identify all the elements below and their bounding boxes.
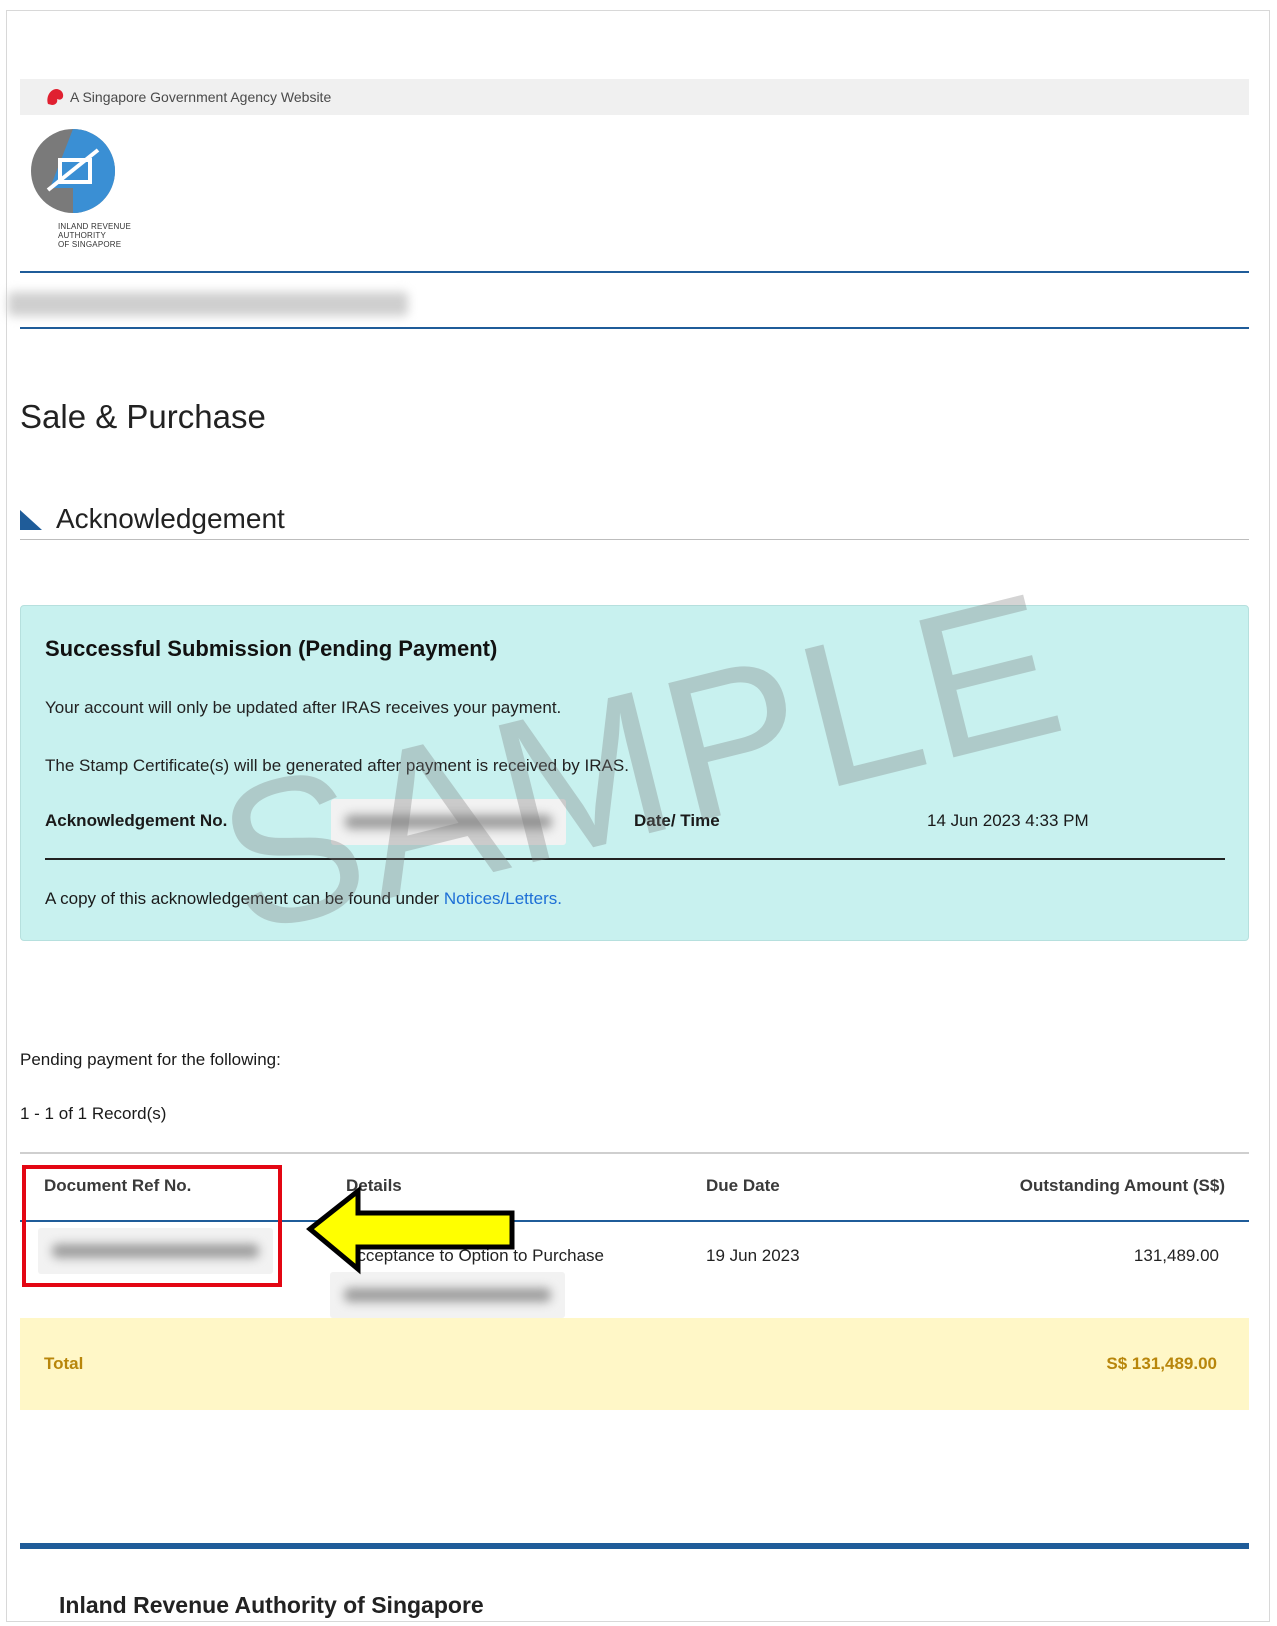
- redacted-details-ref: [330, 1272, 565, 1318]
- copy-line: A copy of this acknowledgement can be fo…: [45, 889, 562, 909]
- page-title: Sale & Purchase: [20, 398, 266, 435]
- user-divider: [20, 327, 1249, 329]
- datetime-label: Date/ Time: [634, 811, 720, 830]
- logo-caption: INLAND REVENUE AUTHORITY OF SINGAPORE: [58, 222, 132, 249]
- records-count: 1 - 1 of 1 Record(s): [20, 1104, 167, 1123]
- success-line-2: The Stamp Certificate(s) will be generat…: [45, 756, 629, 775]
- col-header-amount: Outstanding Amount (S$): [1019, 1176, 1225, 1195]
- lion-head-icon: [47, 89, 64, 105]
- notices-letters-link[interactable]: Notices/Letters.: [444, 889, 562, 908]
- datetime-value: 14 Jun 2023 4:33 PM: [927, 811, 1089, 830]
- total-label: Total: [44, 1354, 84, 1373]
- row-amount: 131,489.00: [1133, 1246, 1219, 1265]
- table-top-divider: [20, 1152, 1249, 1154]
- redacted-user-bar: [8, 292, 408, 316]
- success-title: Successful Submission (Pending Payment): [45, 636, 498, 661]
- highlight-box: [22, 1165, 282, 1287]
- ack-divider: [45, 858, 1225, 860]
- ack-label: Acknowledgement No.: [45, 811, 228, 830]
- total-row: Total S$ 131,489.00: [20, 1318, 1249, 1410]
- iras-emblem-icon: [31, 129, 115, 213]
- yellow-arrow-icon: [306, 1185, 515, 1275]
- footer-divider: [20, 1543, 1249, 1549]
- pending-intro: Pending payment for the following:: [20, 1050, 281, 1069]
- triangle-icon: [20, 510, 42, 530]
- col-header-due-date: Due Date: [706, 1176, 780, 1195]
- success-line-1: Your account will only be updated after …: [45, 698, 562, 717]
- success-panel: Successful Submission (Pending Payment) …: [20, 605, 1249, 941]
- gov-banner: A Singapore Government Agency Website: [20, 79, 1249, 115]
- redacted-ack-number: [331, 799, 566, 845]
- footer-title: Inland Revenue Authority of Singapore: [59, 1592, 484, 1618]
- gov-banner-text: A Singapore Government Agency Website: [70, 89, 332, 105]
- total-value: S$ 131,489.00: [1106, 1354, 1217, 1373]
- header-divider: [20, 271, 1249, 273]
- section-header: Acknowledgement: [20, 499, 1249, 540]
- section-title: Acknowledgement: [56, 503, 285, 534]
- copy-prefix: A copy of this acknowledgement can be fo…: [45, 889, 440, 908]
- iras-logo[interactable]: INLAND REVENUE AUTHORITY OF SINGAPORE: [30, 128, 170, 263]
- row-due-date: 19 Jun 2023: [706, 1246, 800, 1265]
